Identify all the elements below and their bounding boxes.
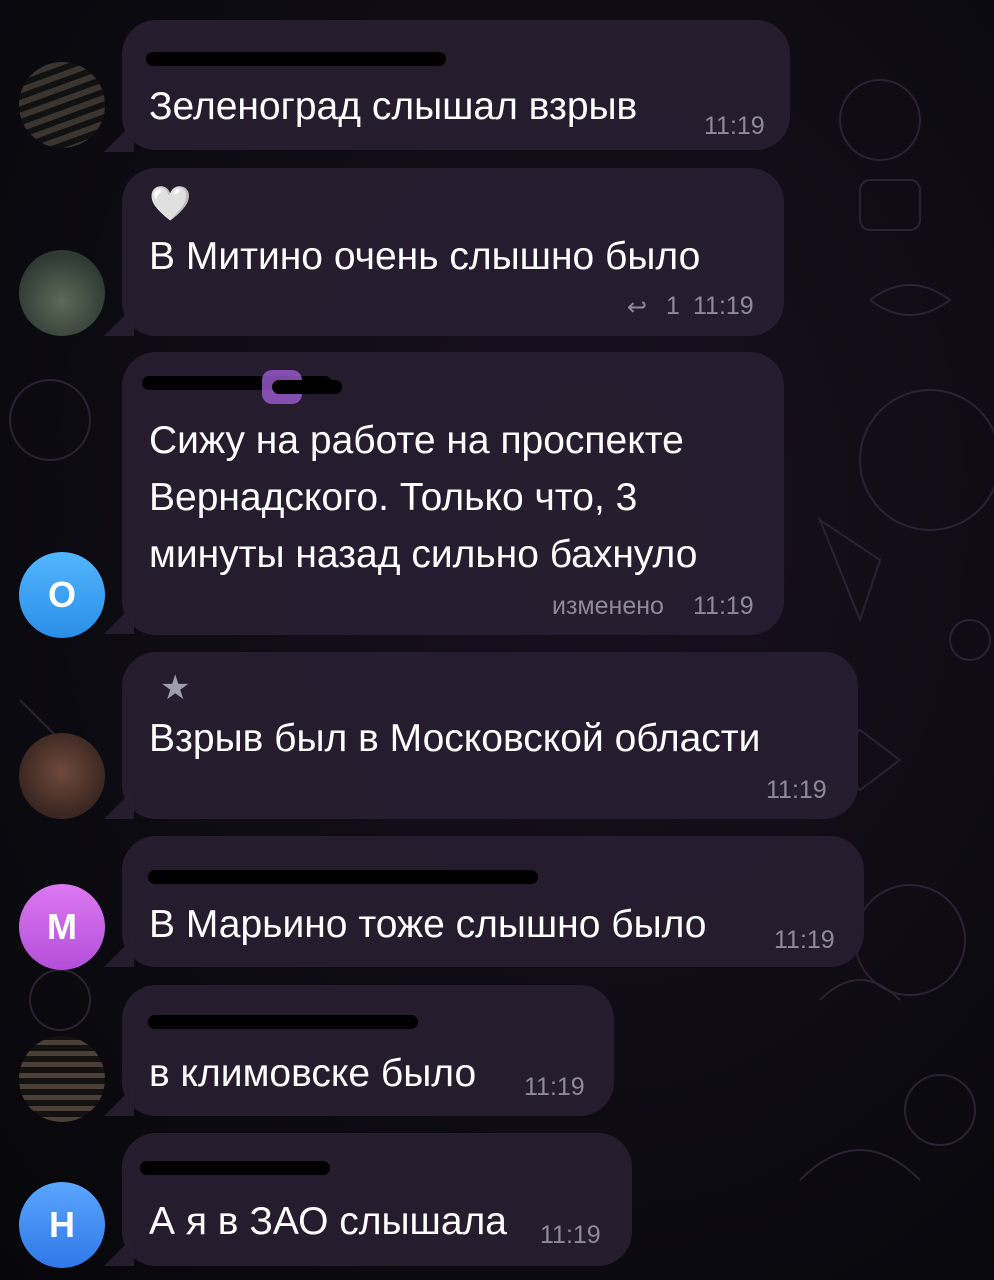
message-text: в климовске было bbox=[149, 1052, 477, 1095]
message-text-line: минуты назад сильно бахнуло bbox=[149, 533, 698, 576]
reply-count[interactable]: 1 bbox=[666, 292, 680, 321]
message-text-line: Вернадского. Только что, 3 bbox=[149, 476, 638, 519]
avatar[interactable] bbox=[19, 733, 105, 819]
redacted-sender-name bbox=[146, 52, 446, 66]
message-time: 11:19 bbox=[766, 776, 827, 804]
avatar-o[interactable]: О bbox=[19, 552, 105, 638]
message-text: Зеленоград слышал взрыв bbox=[149, 85, 638, 128]
redacted-sender-name bbox=[148, 870, 538, 884]
redacted-sender-name bbox=[140, 1161, 330, 1175]
message-bubble[interactable]: В Марьино тоже слышно было 11:19 bbox=[122, 836, 864, 967]
avatar-n[interactable]: Н bbox=[19, 1182, 105, 1268]
message-time: 11:19 bbox=[774, 926, 835, 954]
message-text: А я в ЗАО слышала bbox=[149, 1200, 507, 1243]
message-text-line: Сижу на работе на проспекте bbox=[149, 419, 684, 462]
message-time: 11:19 bbox=[693, 292, 754, 320]
avatar[interactable] bbox=[19, 62, 105, 148]
message-text: В Марьино тоже слышно было bbox=[149, 903, 707, 946]
message-time: 11:19 bbox=[540, 1221, 601, 1249]
message-text: Взрыв был в Московской области bbox=[149, 717, 761, 760]
message-time: 11:19 bbox=[524, 1073, 585, 1101]
edited-label: изменено bbox=[552, 592, 664, 620]
message-time: 11:19 bbox=[693, 592, 754, 620]
avatar-m[interactable]: М bbox=[19, 884, 105, 970]
reply-icon[interactable]: ↩ bbox=[627, 293, 647, 322]
avatar[interactable] bbox=[19, 1036, 105, 1122]
message-bubble[interactable]: ★ Взрыв был в Московской области 11:19 bbox=[122, 652, 858, 819]
message-bubble[interactable]: А я в ЗАО слышала 11:19 bbox=[122, 1133, 632, 1266]
redacted-sender-name bbox=[272, 380, 342, 394]
message-bubble[interactable]: v Зеленоград слышал взрыв 11:19 bbox=[122, 20, 790, 150]
redacted-sender-name bbox=[148, 1015, 418, 1029]
message-bubble[interactable]: 🤍 В Митино очень слышно было ↩ 1 11:19 bbox=[122, 168, 784, 336]
star-icon[interactable]: ★ bbox=[160, 668, 190, 708]
message-bubble[interactable]: в климовске было 11:19 bbox=[122, 985, 614, 1116]
avatar[interactable] bbox=[19, 250, 105, 336]
message-bubble[interactable]: Сижу на работе на проспекте Вернадского.… bbox=[122, 352, 784, 635]
message-text: В Митино очень слышно было bbox=[149, 235, 701, 278]
heart-reaction-icon[interactable]: 🤍 bbox=[149, 184, 191, 224]
message-time: 11:19 bbox=[704, 112, 765, 140]
